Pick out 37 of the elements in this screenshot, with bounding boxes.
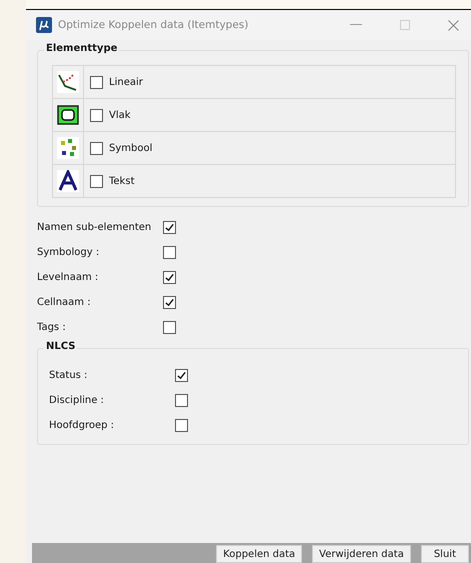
- group-title: Elementtype: [44, 43, 120, 54]
- polyline-icon: [57, 71, 79, 93]
- dots-icon: [57, 137, 79, 159]
- option-label: Cellnaam :: [37, 297, 92, 308]
- dialog-button[interactable]: Verwijderen data: [312, 545, 411, 563]
- checkbox[interactable]: [90, 108, 103, 122]
- option-label: Namen sub-elementen: [37, 222, 152, 233]
- option-label: Discipline :: [49, 395, 105, 406]
- checkbox[interactable]: [163, 246, 176, 259]
- checkbox[interactable]: [175, 419, 188, 432]
- dialog-button[interactable]: Koppelen data: [216, 545, 302, 563]
- checkbox[interactable]: [175, 369, 188, 382]
- dialog-button[interactable]: Sluit: [420, 545, 469, 563]
- checkbox[interactable]: [163, 221, 176, 234]
- letter-icon: [57, 170, 79, 192]
- close-icon[interactable]: [448, 20, 459, 30]
- checkbox-label: Tekst: [109, 176, 134, 186]
- checkbox[interactable]: [163, 271, 176, 284]
- option-label: Tags :: [37, 322, 67, 333]
- checkbox-label: Vlak: [109, 110, 131, 120]
- checkbox[interactable]: [90, 142, 103, 154]
- group-title: NLCS: [44, 341, 78, 352]
- option-label: Status :: [49, 370, 88, 381]
- option-label: Hoofdgroep :: [49, 420, 116, 431]
- checkbox-label: Lineair: [109, 76, 143, 88]
- option-label: Levelnaam :: [37, 272, 100, 283]
- shape-icon: [57, 104, 79, 126]
- minimize-icon[interactable]: [350, 24, 362, 26]
- checkbox[interactable]: [90, 174, 103, 188]
- option-label: Symbology :: [37, 247, 100, 258]
- checkbox[interactable]: [90, 76, 103, 88]
- app-icon: [36, 17, 52, 33]
- checkbox-label: Symbool: [109, 142, 152, 154]
- checkbox[interactable]: [163, 296, 176, 309]
- window-title: Optimize Koppelen data (Itemtypes): [58, 19, 250, 31]
- checkbox[interactable]: [163, 321, 176, 334]
- checkbox[interactable]: [175, 394, 188, 407]
